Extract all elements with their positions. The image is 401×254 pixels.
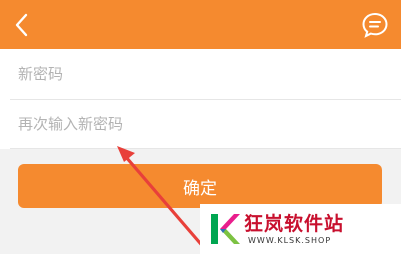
watermark-url: WWW.KLSK.SHOP: [248, 236, 332, 245]
watermark-title: 狂岚软件站: [244, 213, 345, 235]
brand-logo: [211, 214, 240, 244]
watermark: 狂岚软件站 WWW.KLSK.SHOP: [200, 204, 401, 254]
